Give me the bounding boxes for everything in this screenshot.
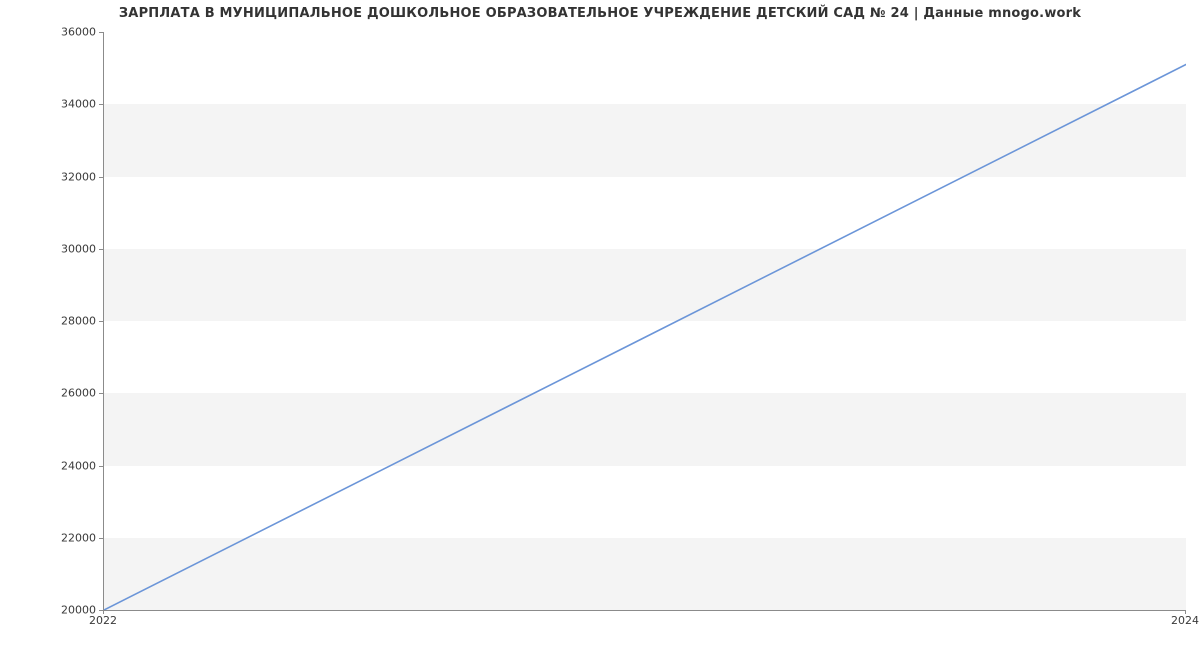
y-axis-tick-mark: [99, 393, 103, 394]
y-axis-tick-mark: [99, 249, 103, 250]
y-axis-tick-label: 34000: [36, 98, 96, 111]
plot-area: [103, 32, 1186, 611]
line-series-svg: [104, 32, 1186, 610]
y-axis-tick-mark: [99, 32, 103, 33]
y-axis-tick-mark: [99, 466, 103, 467]
y-axis-tick-label: 24000: [36, 459, 96, 472]
y-axis-tick-mark: [99, 177, 103, 178]
y-axis-tick-label: 30000: [36, 242, 96, 255]
y-axis-tick-label: 28000: [36, 315, 96, 328]
y-axis-tick-label: 26000: [36, 387, 96, 400]
y-axis-tick-mark: [99, 104, 103, 105]
x-axis-tick-mark: [1185, 610, 1186, 614]
y-axis-tick-mark: [99, 538, 103, 539]
y-axis-tick-label: 36000: [36, 26, 96, 39]
x-axis-tick-label: 2024: [1171, 614, 1199, 627]
y-axis-tick-label: 22000: [36, 531, 96, 544]
chart-title: ЗАРПЛАТА В МУНИЦИПАЛЬНОЕ ДОШКОЛЬНОЕ ОБРА…: [0, 6, 1200, 21]
x-axis-tick-label: 2022: [89, 614, 117, 627]
y-axis-tick-mark: [99, 321, 103, 322]
salary-line-chart: ЗАРПЛАТА В МУНИЦИПАЛЬНОЕ ДОШКОЛЬНОЕ ОБРА…: [0, 0, 1200, 650]
y-axis-tick-label: 32000: [36, 170, 96, 183]
y-axis-tick-label: 20000: [36, 604, 96, 617]
series-line: [104, 65, 1186, 610]
x-axis-tick-mark: [103, 610, 104, 614]
